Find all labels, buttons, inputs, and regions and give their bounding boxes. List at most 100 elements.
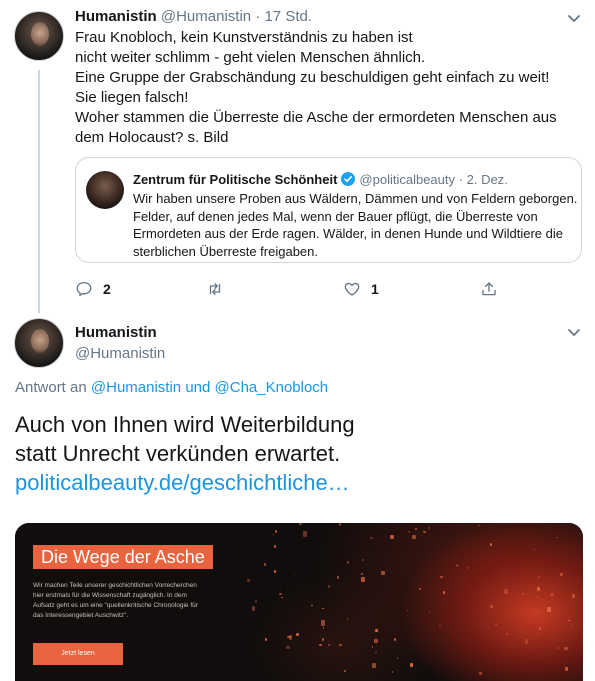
ash-particle	[524, 639, 528, 644]
ash-particle	[537, 587, 540, 591]
tweet-line: nicht weiter schlimm - geht vielen Mensc…	[75, 49, 426, 66]
reply-count: 2	[103, 281, 111, 297]
share-icon	[482, 282, 496, 296]
ash-particle	[423, 531, 426, 533]
tweet-line: Sie liegen falsch!	[75, 89, 189, 106]
avatar[interactable]	[14, 11, 64, 61]
ash-particle	[560, 573, 563, 576]
retweet-icon	[209, 283, 221, 295]
ash-particle	[337, 576, 339, 579]
tweet-link[interactable]: politicalbeauty.de/geschichtliche…	[15, 468, 355, 497]
separator-dot: ·	[458, 172, 463, 187]
ash-particle	[361, 576, 366, 583]
ash-particle	[273, 544, 276, 549]
quoted-avatar	[86, 171, 124, 209]
tweet-line: Eine Gruppe der Grabschändung zu beschul…	[75, 69, 550, 86]
ash-particle	[321, 637, 324, 641]
card-desc-line: Aufsatz geht es um eine "quellenkritisch…	[33, 602, 198, 609]
reply-users-link[interactable]: @Humanistin und @Cha_Knobloch	[91, 379, 328, 396]
reply-button[interactable]: 2	[75, 280, 111, 298]
tweet-line: Woher stammen die Überreste die Asche de…	[75, 109, 557, 126]
tweet-header: Humanistin @Humanistin · 17 Std.	[75, 8, 312, 25]
ash-particle	[327, 644, 330, 647]
ash-particle	[478, 672, 482, 675]
ash-particle	[361, 572, 363, 575]
like-button[interactable]: 1	[343, 280, 379, 298]
card-desc-line: hier erstmals für die Wissenschaft zugän…	[33, 592, 187, 599]
reply-context: Antwort an @Humanistin und @Cha_Knobloch	[15, 379, 328, 396]
ash-particle	[564, 666, 569, 672]
chevron-down-icon[interactable]	[566, 10, 582, 26]
tweet-text: Frau Knobloch, kein Kunstverständnis zu …	[75, 28, 580, 148]
ash-particle	[391, 671, 394, 673]
ash-particle	[372, 663, 376, 668]
ash-particle	[375, 651, 377, 654]
share-button[interactable]	[480, 280, 498, 298]
separator-dot: ·	[255, 8, 261, 25]
reply-icon	[76, 281, 92, 297]
ash-particle	[320, 620, 325, 626]
ash-particle	[254, 600, 257, 603]
quoted-text: Wir haben unsere Proben aus Wäldern, Däm…	[133, 190, 578, 260]
ash-particle	[504, 589, 508, 594]
quoted-line: Ermordeten aus der Erde ragen. Wälder, i…	[133, 226, 563, 241]
ash-particle	[563, 646, 568, 650]
ash-particle	[381, 571, 385, 576]
ash-particle	[393, 637, 396, 641]
quoted-author-name: Zentrum für Politische Schönheit	[133, 172, 338, 187]
ash-particle	[311, 604, 313, 606]
ash-particle	[571, 593, 576, 598]
quoted-header: Zentrum für Politische Schönheit @politic…	[133, 172, 508, 187]
timestamp[interactable]: 17 Std.	[264, 8, 312, 25]
ash-particle	[338, 523, 341, 527]
thread-line	[38, 70, 40, 313]
tweet-line: Auch von Ihnen wird Weiterbildung	[15, 412, 355, 437]
link-preview-card[interactable]: Die Wege der Asche Wir machen Teile unse…	[15, 523, 583, 681]
ash-particle	[371, 645, 374, 648]
quoted-line: Wir haben unsere Proben aus Wäldern, Däm…	[133, 191, 578, 206]
quoted-tweet[interactable]: Zentrum für Politische Schönheit @politic…	[75, 157, 582, 263]
ash-particle	[567, 619, 570, 621]
card-description: Wir machen Teile unserer geschichtlichen…	[33, 581, 253, 621]
ash-particle	[521, 592, 524, 595]
ash-particle	[408, 531, 410, 534]
author-handle[interactable]: @Humanistin	[75, 345, 165, 362]
ash-particle	[374, 639, 378, 644]
author-name[interactable]: Humanistin	[75, 324, 157, 341]
ash-particle	[303, 530, 307, 537]
ash-particle	[412, 535, 416, 540]
ash-particle	[338, 644, 342, 647]
ash-particle	[427, 526, 430, 529]
author-handle[interactable]: @Humanistin	[161, 8, 251, 25]
quoted-author-handle: @politicalbeauty	[359, 172, 456, 187]
ash-particle	[550, 592, 554, 597]
ash-particle	[466, 566, 469, 569]
tweet-line: Frau Knobloch, kein Kunstverständnis zu …	[75, 29, 413, 46]
reply-prefix: Antwort an	[15, 379, 87, 396]
avatar[interactable]	[14, 318, 64, 368]
ash-particle	[286, 645, 290, 650]
quoted-line: sterblichen Überreste freigaben.	[133, 243, 318, 259]
tweet-line: dem Holocaust? s. Bild	[75, 129, 229, 146]
tweet-line: statt Unrecht verkünden erwartet.	[15, 441, 341, 466]
retweet-button[interactable]	[206, 280, 234, 298]
ash-particle	[272, 533, 274, 535]
card-read-button[interactable]: Jetzt lesen	[33, 643, 123, 665]
author-name[interactable]: Humanistin	[75, 8, 157, 25]
ash-particle	[374, 629, 379, 633]
tweet-actions: 2 1	[0, 280, 595, 300]
ash-particle	[289, 635, 292, 640]
quoted-line: Felder, auf denen jedes Mal, wenn der Ba…	[133, 208, 538, 224]
ash-particle	[322, 627, 325, 629]
ash-particle	[443, 591, 446, 594]
card-title: Die Wege der Asche	[33, 545, 213, 569]
card-desc-line: Wir machen Teile unserer geschichtlichen…	[33, 582, 197, 589]
chevron-down-icon[interactable]	[566, 324, 582, 340]
ash-particle	[546, 607, 551, 613]
ash-particle	[538, 627, 541, 630]
ash-particle	[538, 576, 540, 578]
tweet-text: Auch von Ihnen wird Weiterbildung statt …	[15, 410, 355, 497]
card-desc-line: das Interessengebiet Auschwitz".	[33, 612, 129, 619]
verified-badge-icon	[341, 172, 356, 186]
ash-particle	[490, 604, 493, 608]
